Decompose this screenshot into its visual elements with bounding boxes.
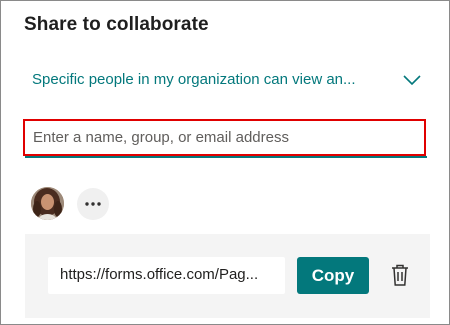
trash-icon[interactable]: [390, 263, 410, 287]
permission-dropdown[interactable]: Specific people in my organization can v…: [32, 65, 428, 101]
share-link-field[interactable]: https://forms.office.com/Pag...: [48, 257, 285, 294]
recipients-field[interactable]: [23, 119, 426, 156]
share-link-panel: https://forms.office.com/Pag... Copy: [25, 234, 430, 318]
avatar-photo: [31, 187, 64, 220]
more-icon: [85, 202, 101, 206]
recipients-input-underline: [25, 156, 427, 158]
more-people-button[interactable]: [77, 188, 109, 220]
permission-dropdown-label: Specific people in my organization can v…: [32, 71, 356, 88]
chevron-down-icon: [403, 75, 421, 86]
user-avatar[interactable]: [31, 187, 64, 220]
dialog-title: Share to collaborate: [24, 14, 209, 35]
copy-button[interactable]: Copy: [297, 257, 369, 294]
recipients-input[interactable]: [25, 121, 424, 154]
share-dialog: Share to collaborate Specific people in …: [0, 0, 450, 325]
